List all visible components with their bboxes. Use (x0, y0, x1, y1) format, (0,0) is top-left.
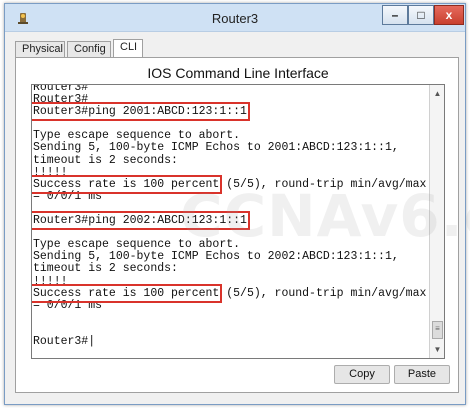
terminal-line: !!!!! (33, 165, 68, 179)
title-bar[interactable]: Router3 – □ x (5, 4, 465, 32)
terminal-scrollbar[interactable]: ▲ ≡ ▼ (429, 85, 444, 358)
cli-terminal[interactable]: Router3# Router3# Router3#ping 2001:ABCD:1… (31, 84, 445, 359)
terminal-line: = 0/0/1 ms (33, 298, 103, 312)
highlight-box: Router3#ping 2001:ABCD:123:1::1 (32, 102, 250, 122)
highlight-box: Success rate is 100 percent (32, 283, 223, 303)
highlight-box: Router3#ping 2002:ABCD:123:1::1 (32, 211, 250, 231)
tab-config[interactable]: Config (67, 41, 111, 58)
tab-physical[interactable]: Physical (15, 41, 65, 58)
highlight-box: Success rate is 100 percent (32, 174, 223, 194)
terminal-line: Router3#| (33, 334, 96, 348)
terminal-output: Router3# Router3# Router3#ping 2001:ABCD:1… (32, 84, 428, 348)
cli-heading: IOS Command Line Interface (147, 65, 329, 81)
terminal-line: timeout is 2 seconds: (33, 153, 178, 167)
copy-button[interactable]: Copy (334, 365, 390, 384)
terminal-line: Router3#ping 2002:ABCD:123:1::1 (32, 211, 428, 231)
scroll-up-icon[interactable]: ▲ (432, 88, 443, 99)
maximize-button[interactable]: □ (408, 5, 434, 25)
tab-cli[interactable]: CLI (113, 39, 143, 58)
terminal-line: = 0/0/1 ms (33, 189, 103, 203)
terminal-line: Router3#ping 2001:ABCD:123:1::1 (32, 102, 428, 122)
scroll-down-icon[interactable]: ▼ (432, 344, 443, 355)
scroll-thumb[interactable]: ≡ (432, 321, 443, 339)
terminal-line: Success rate is 100 percent (5/5), round… (32, 283, 427, 303)
paste-button[interactable]: Paste (394, 365, 450, 384)
router3-window: Router3 – □ x Physical Config CLI IOS Co… (4, 3, 470, 405)
terminal-line: timeout is 2 seconds: (33, 262, 178, 276)
terminal-line: Sending 5, 100-byte ICMP Echos to 2001:A… (33, 141, 399, 155)
terminal-line: !!!!! (33, 274, 68, 288)
terminal-line: Router3# (33, 84, 89, 94)
close-button[interactable]: x (434, 5, 464, 25)
minimize-button[interactable]: – (382, 5, 408, 25)
text-cursor: | (88, 334, 96, 348)
cli-panel: IOS Command Line Interface Router3# Route… (15, 57, 459, 393)
